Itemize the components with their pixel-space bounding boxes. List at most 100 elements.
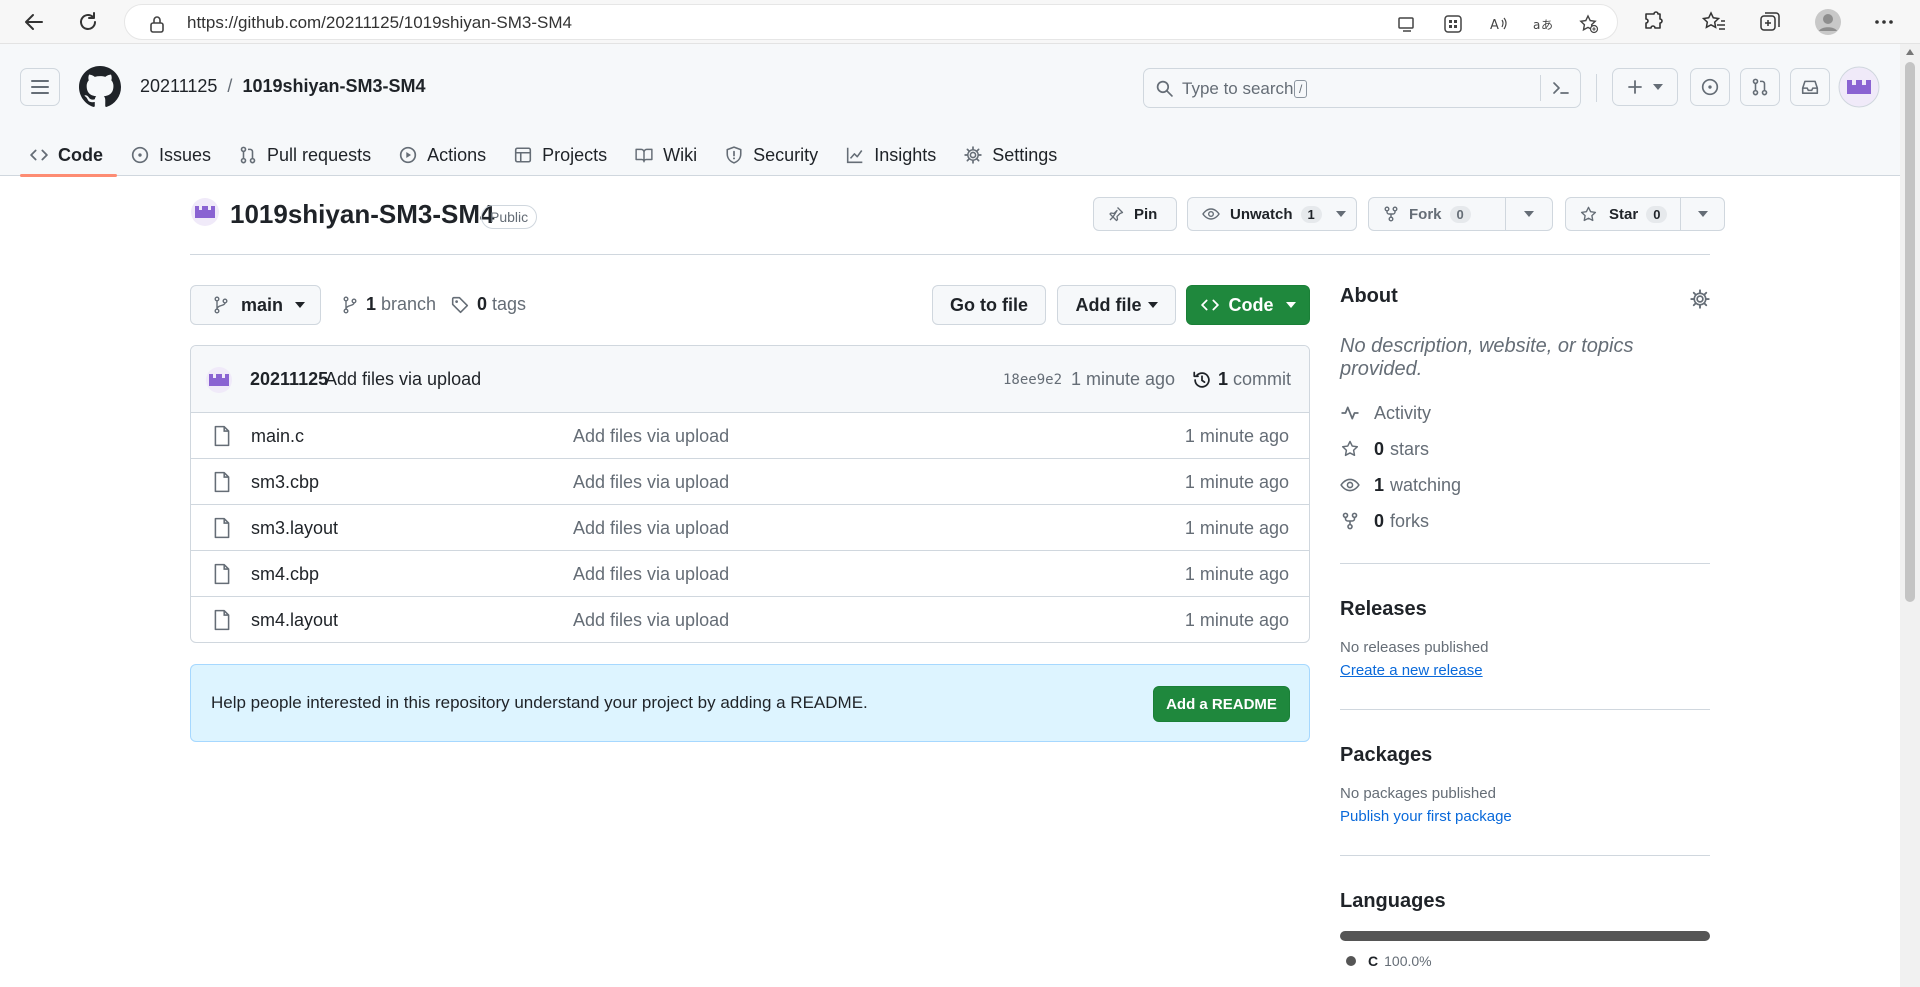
inbox-icon [1801,80,1819,94]
add-file-button[interactable]: Add file [1057,285,1176,325]
tags-link[interactable]: 0 tags [451,294,526,315]
translate-icon[interactable]: aあ [1533,14,1553,34]
pull-requests-button[interactable] [1740,68,1780,106]
commit-message[interactable]: Add files via upload [325,369,481,390]
commit-sha[interactable]: 18ee9e2 [1003,372,1062,388]
profile-avatar-icon[interactable] [1814,8,1842,36]
favorite-add-icon[interactable] [1579,14,1599,34]
star-dropdown-button[interactable] [1680,197,1725,231]
page-scrollbar[interactable] [1900,44,1920,987]
collections-icon[interactable] [1758,10,1782,34]
star-button[interactable]: Star 0 [1565,197,1681,231]
commit-history-link[interactable]: 1 commit [1192,369,1291,390]
tab-pull-requests[interactable]: Pull requests [239,134,385,176]
file-row[interactable]: sm4.layout Add files via upload 1 minute… [191,597,1309,642]
file-row[interactable]: main.c Add files via upload 1 minute ago [191,413,1309,459]
file-row[interactable]: sm3.cbp Add files via upload 1 minute ag… [191,459,1309,505]
stars-link[interactable]: 0 stars [1340,431,1710,467]
star-label: Star [1609,205,1639,223]
tab-insights[interactable]: Insights [846,134,950,176]
file-name[interactable]: sm3.cbp [251,472,319,493]
file-commit-message[interactable]: Add files via upload [573,564,729,585]
file-commit-message[interactable]: Add files via upload [573,426,729,447]
commit-time: 1 minute ago [1071,369,1176,389]
commit-author-avatar[interactable] [205,366,233,394]
pin-button[interactable]: Pin [1093,197,1177,231]
releases-heading[interactable]: Releases [1340,598,1710,621]
file-name[interactable]: main.c [251,426,304,447]
add-readme-button[interactable]: Add a README [1153,686,1290,722]
tab-code[interactable]: Code [20,134,117,177]
github-logo-icon[interactable] [79,66,121,108]
back-arrow-icon [25,14,43,30]
language-item[interactable]: C 100.0% [1340,953,1710,969]
refresh-button[interactable] [72,6,104,38]
sidebar-divider [1340,709,1710,710]
read-aloud-icon[interactable]: A [1489,14,1509,34]
tab-settings[interactable]: Settings [964,134,1071,176]
apps-icon[interactable] [1443,14,1463,34]
search-input[interactable]: Type to search / [1143,68,1581,108]
repo-name[interactable]: 1019shiyan-SM3-SM4 [230,199,494,230]
hamburger-menu-button[interactable] [20,68,60,106]
packages-heading[interactable]: Packages [1340,744,1710,767]
more-options-icon[interactable] [1872,10,1896,34]
file-time: 1 minute ago [1184,472,1289,492]
branch-select-button[interactable]: main [190,285,321,325]
readme-prompt-text: Help people interested in this repositor… [211,693,868,712]
file-commit-message[interactable]: Add files via upload [573,472,729,493]
file-row[interactable]: sm3.layout Add files via upload 1 minute… [191,505,1309,551]
fork-button[interactable]: Fork 0 [1368,197,1506,231]
search-icon [1156,80,1173,97]
tab-issues[interactable]: Issues [131,134,225,176]
tab-security[interactable]: Security [725,134,832,176]
pin-label: Pin [1134,205,1158,223]
lock-icon[interactable] [147,14,167,34]
favorites-icon[interactable] [1702,10,1726,34]
file-commit-message[interactable]: Add files via upload [573,518,729,539]
forks-link[interactable]: 0 forks [1340,503,1710,539]
issues-button[interactable] [1690,68,1730,106]
file-commit-message[interactable]: Add files via upload [573,610,729,631]
back-button[interactable] [18,6,50,38]
extensions-icon[interactable] [1642,10,1666,34]
activity-link[interactable]: Activity [1340,395,1710,431]
code-button[interactable]: Code [1186,285,1310,325]
url-text[interactable]: https://github.com/20211125/1019shiyan-S… [187,13,572,33]
add-file-label: Add file [1075,294,1142,315]
commit-author[interactable]: 20211125 [250,369,328,390]
gear-icon[interactable] [1690,289,1710,309]
app-available-icon[interactable] [1397,14,1417,34]
address-bar[interactable]: https://github.com/20211125/1019shiyan-S… [124,4,1618,40]
go-to-file-button[interactable]: Go to file [932,285,1046,325]
scrollbar-thumb[interactable] [1905,62,1915,602]
file-row[interactable]: sm4.cbp Add files via upload 1 minute ag… [191,551,1309,597]
user-avatar[interactable] [1838,66,1880,108]
fork-dropdown-button[interactable] [1505,197,1553,231]
inbox-button[interactable] [1790,68,1830,106]
tag-label: tags [492,294,527,314]
tab-actions[interactable]: Actions [399,134,500,176]
unwatch-button[interactable]: Unwatch 1 [1187,197,1357,231]
repo-owner-avatar[interactable] [190,197,220,227]
create-release-link[interactable]: Create a new release [1340,662,1710,679]
watching-link[interactable]: 1 watching [1340,467,1710,503]
github-header: 20211125 / 1019shiyan-SM3-SM4 Type to sear… [0,44,1900,177]
tab-projects[interactable]: Projects [514,134,621,176]
command-palette-icon[interactable] [1552,80,1570,96]
tab-wiki[interactable]: Wiki [635,134,711,176]
branch-name: main [241,294,284,315]
file-name[interactable]: sm3.layout [251,518,338,539]
gear-icon [964,146,982,164]
file-name[interactable]: sm4.layout [251,610,338,631]
language-bar [1340,931,1710,941]
tab-label: Pull requests [267,144,372,165]
scroll-up-arrow-icon[interactable] [1905,48,1915,56]
create-new-button[interactable] [1612,68,1678,106]
publish-package-link[interactable]: Publish your first package [1340,808,1710,825]
repo-link[interactable]: 1019shiyan-SM3-SM4 [242,76,425,96]
branches-link[interactable]: 1 branch [342,294,436,315]
owner-link[interactable]: 20211125 [140,76,217,96]
code-button-label: Code [1228,294,1274,315]
file-name[interactable]: sm4.cbp [251,564,319,585]
